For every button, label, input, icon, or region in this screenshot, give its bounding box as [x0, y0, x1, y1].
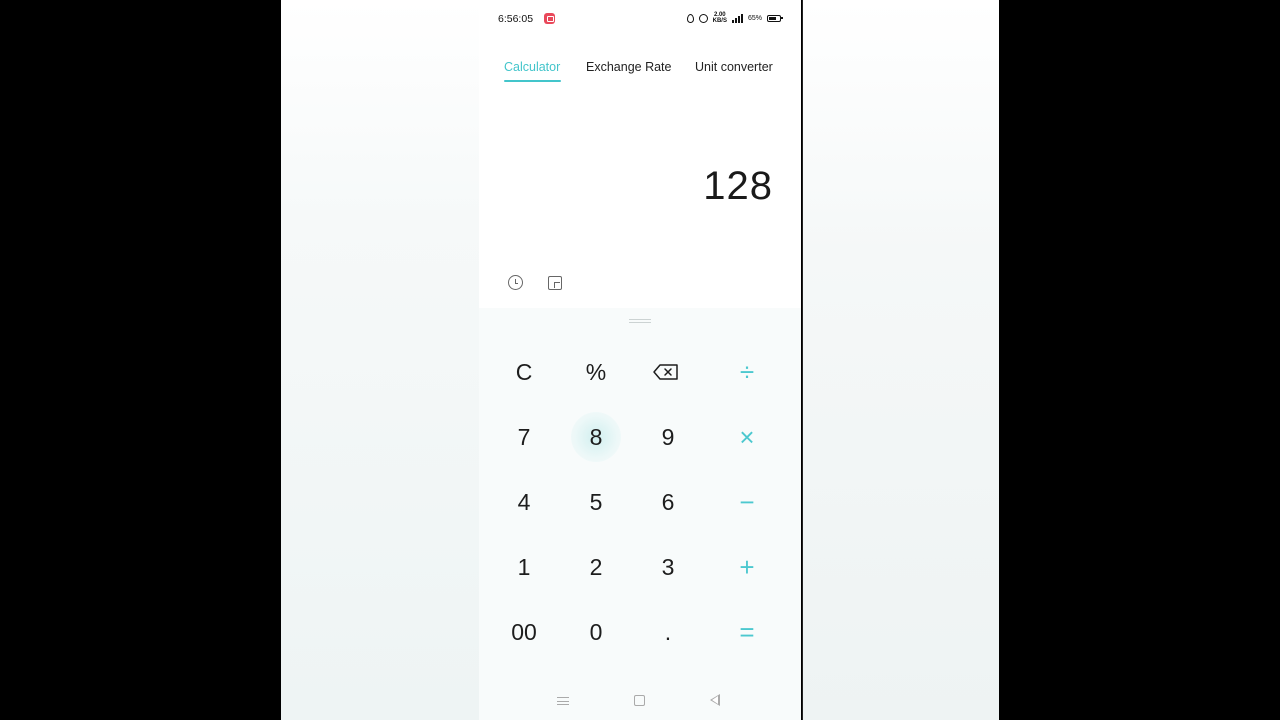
- minus-label: −: [739, 486, 755, 517]
- alarm-icon: [698, 13, 708, 23]
- divide-button[interactable]: ÷: [719, 347, 775, 397]
- notification-app-icon: [544, 13, 555, 24]
- digit-8-label: 8: [589, 423, 603, 450]
- result-display: 128: [703, 164, 773, 208]
- digit-1-button[interactable]: 1: [496, 542, 552, 592]
- signal-icon: [731, 13, 743, 23]
- keypad: C % ÷ 7 8 9 × 4 5 6 − 1 2 3 + 00 0 . =: [479, 308, 801, 720]
- calculator-app-screen: 6:56:05 2.00 KB/S 65% Calculator Exchang…: [479, 0, 801, 720]
- percent-label: %: [585, 358, 607, 385]
- digit-6-label: 6: [661, 488, 675, 515]
- minus-button[interactable]: −: [719, 477, 775, 527]
- percent-button[interactable]: %: [568, 347, 624, 397]
- scientific-mode-icon[interactable]: [548, 276, 562, 290]
- clock-icon[interactable]: [508, 275, 523, 290]
- navigation-bar: [479, 682, 801, 720]
- drag-handle[interactable]: [629, 319, 651, 323]
- status-bar: 6:56:05 2.00 KB/S 65%: [479, 0, 801, 36]
- data-saver-icon: [686, 13, 694, 23]
- backspace-icon: [653, 364, 679, 380]
- digit-5-label: 5: [589, 488, 603, 515]
- digit-5-button[interactable]: 5: [568, 477, 624, 527]
- tab-exchange-rate[interactable]: Exchange Rate: [586, 60, 671, 74]
- multiply-label: ×: [739, 421, 755, 452]
- digit-7-label: 7: [517, 423, 531, 450]
- equals-label: =: [739, 616, 755, 647]
- video-frame: 6:56:05 2.00 KB/S 65% Calculator Exchang…: [0, 0, 1280, 720]
- battery-icon: [767, 14, 783, 22]
- background-left: [281, 0, 479, 720]
- battery-percent: 65%: [747, 14, 762, 22]
- plus-label: +: [739, 551, 755, 582]
- decimal-button[interactable]: .: [640, 607, 696, 657]
- equals-button[interactable]: =: [719, 607, 775, 657]
- double-zero-label: 00: [511, 618, 537, 645]
- divide-label: ÷: [739, 356, 755, 387]
- network-speed-unit: KB/S: [712, 18, 727, 24]
- multiply-button[interactable]: ×: [719, 412, 775, 462]
- tab-calculator[interactable]: Calculator: [504, 60, 560, 74]
- clear-button[interactable]: C: [496, 347, 552, 397]
- digit-0-button[interactable]: 0: [568, 607, 624, 657]
- active-tab-indicator: [504, 80, 561, 82]
- clear-label: C: [515, 358, 533, 385]
- network-speed: 2.00 KB/S: [713, 12, 727, 24]
- display-tools: [479, 272, 801, 294]
- digit-6-button[interactable]: 6: [640, 477, 696, 527]
- digit-8-button[interactable]: 8: [568, 412, 624, 462]
- tab-unit-converter[interactable]: Unit converter: [695, 60, 773, 74]
- double-zero-button[interactable]: 00: [496, 607, 552, 657]
- home-icon[interactable]: [634, 695, 645, 706]
- digit-0-label: 0: [589, 618, 603, 645]
- digit-3-label: 3: [661, 553, 675, 580]
- digit-7-button[interactable]: 7: [496, 412, 552, 462]
- status-icons: 2.00 KB/S 65%: [686, 11, 783, 25]
- status-time: 6:56:05: [498, 13, 534, 25]
- recent-apps-icon[interactable]: [557, 697, 569, 705]
- digit-9-label: 9: [661, 423, 675, 450]
- digit-1-label: 1: [517, 553, 531, 580]
- backspace-button[interactable]: [638, 347, 694, 397]
- back-icon[interactable]: [710, 694, 720, 706]
- digit-4-button[interactable]: 4: [496, 477, 552, 527]
- decimal-label: .: [664, 618, 672, 645]
- digit-4-label: 4: [517, 488, 531, 515]
- plus-button[interactable]: +: [719, 542, 775, 592]
- background-right: [802, 0, 999, 720]
- digit-2-button[interactable]: 2: [568, 542, 624, 592]
- digit-3-button[interactable]: 3: [640, 542, 696, 592]
- mode-tabs: Calculator Exchange Rate Unit converter: [479, 56, 801, 88]
- digit-9-button[interactable]: 9: [640, 412, 696, 462]
- digit-2-label: 2: [589, 553, 603, 580]
